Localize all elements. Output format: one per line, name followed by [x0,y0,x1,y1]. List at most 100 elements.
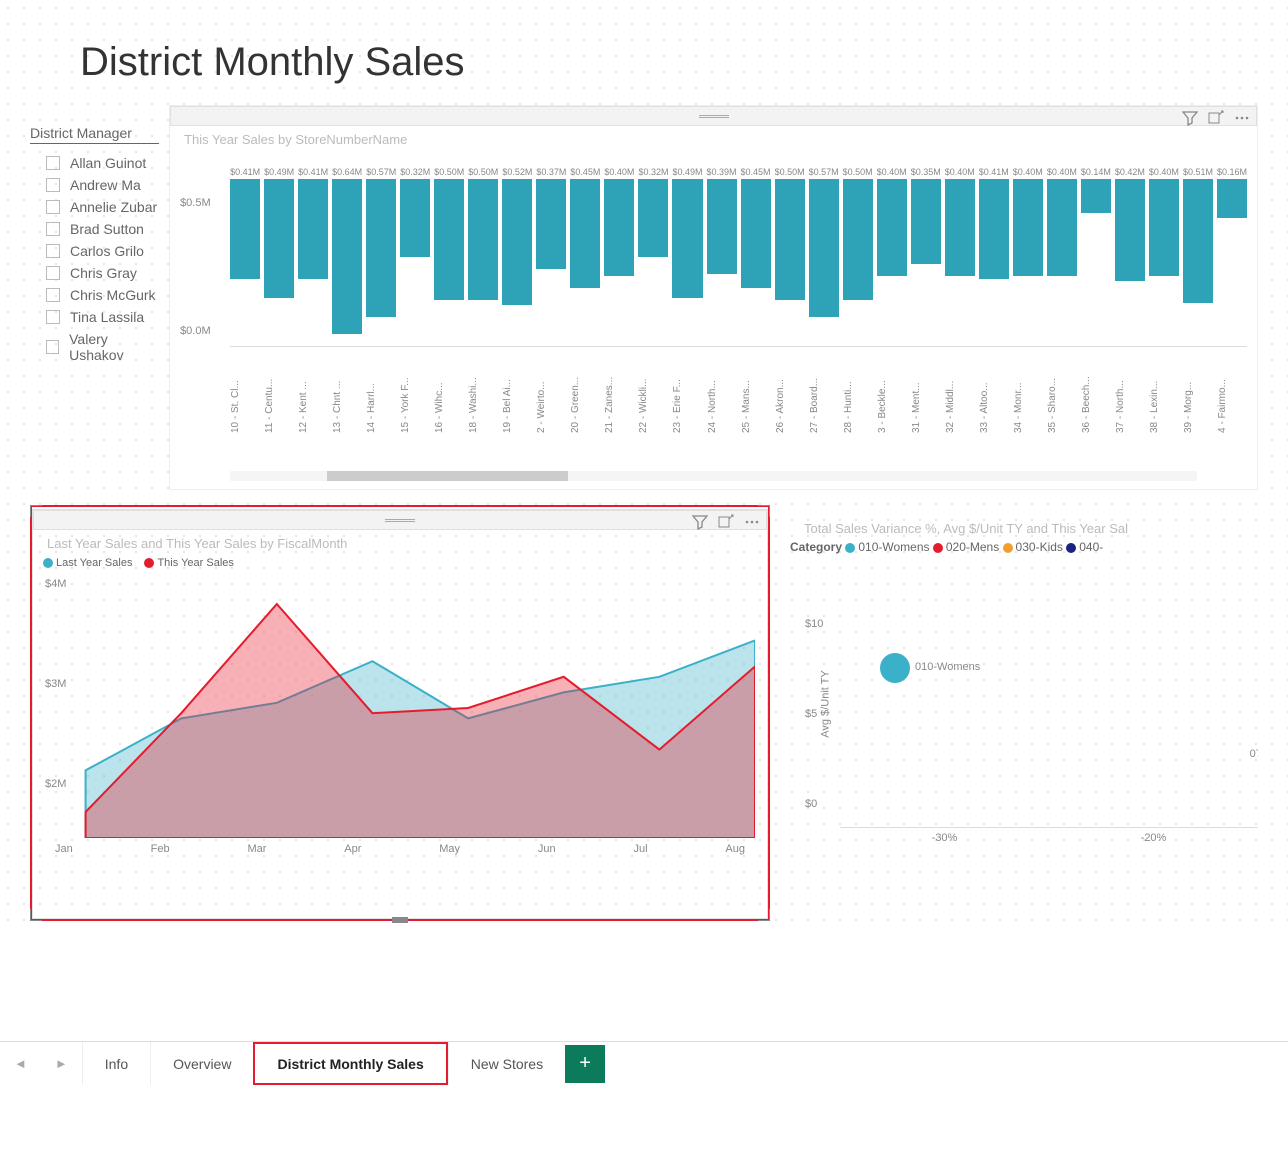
drag-grip-icon[interactable] [699,115,729,118]
bar[interactable] [1149,179,1179,276]
resize-handle[interactable] [758,909,770,921]
bar-value-label: $0.45M [741,167,771,177]
bar[interactable] [1115,179,1145,281]
focus-mode-icon[interactable] [718,514,734,530]
x-tick-label: 4 - Fairmo... [1217,403,1287,433]
scatter-point-womens[interactable] [880,653,910,683]
checkbox-icon[interactable] [46,310,60,324]
bar[interactable] [468,179,498,300]
tab-nav-next[interactable]: ► [41,1056,82,1071]
bar-value-label: $0.41M [230,167,260,177]
slicer-item[interactable]: Chris McGurk [30,284,159,306]
slicer-item[interactable]: Valery Ushakov [30,328,159,366]
bar[interactable] [843,179,873,300]
bar[interactable] [775,179,805,300]
bar-chart-title: This Year Sales by StoreNumberName [170,126,1257,147]
bar[interactable] [570,179,600,288]
tab-district-monthly-sales[interactable]: District Monthly Sales [253,1042,447,1085]
scatter-chart-visual[interactable]: Total Sales Variance %, Avg $/Unit TY an… [790,505,1258,921]
checkbox-icon[interactable] [46,288,60,302]
horizontal-scrollbar[interactable] [230,471,1197,481]
bar[interactable] [230,179,260,279]
visual-header[interactable] [33,510,767,530]
bar[interactable] [741,179,771,288]
slicer-item-label: Valery Ushakov [69,331,159,363]
bar-value-label: $0.51M [1183,167,1213,177]
scatter-y-axis-label: Avg $/Unit TY [820,670,832,737]
area-chart-visual-selected[interactable]: Last Year Sales and This Year Sales by F… [30,505,770,921]
bar[interactable] [707,179,737,274]
y-tick: $4M [45,578,66,590]
bar[interactable] [604,179,634,276]
slicer-item[interactable]: Carlos Grilo [30,240,159,262]
bar[interactable] [877,179,907,276]
bar-value-label: $0.50M [775,167,805,177]
bar[interactable] [264,179,294,298]
checkbox-icon[interactable] [46,244,60,258]
tab-overview[interactable]: Overview [150,1042,253,1085]
checkbox-icon[interactable] [46,200,60,214]
y-tick: $2M [45,778,66,790]
slicer-item[interactable]: Brad Sutton [30,218,159,240]
bar-value-label: $0.40M [877,167,907,177]
bar[interactable] [1013,179,1043,276]
slicer-item-label: Carlos Grilo [70,243,144,259]
tab-nav-prev[interactable]: ◄ [0,1056,41,1071]
slicer-item[interactable]: Annelie Zubar [30,196,159,218]
bar[interactable] [672,179,702,298]
slicer-item[interactable]: Chris Gray [30,262,159,284]
more-options-icon[interactable] [744,514,760,530]
add-page-button[interactable]: + [565,1045,605,1083]
bar[interactable] [945,179,975,276]
tab-info[interactable]: Info [82,1042,150,1085]
tab-new-stores[interactable]: New Stores [448,1042,565,1085]
bar[interactable] [911,179,941,264]
scrollbar-thumb[interactable] [327,471,569,481]
checkbox-icon[interactable] [46,156,60,170]
resize-handle[interactable] [392,917,408,923]
visual-header[interactable] [170,106,1257,126]
bar-value-label: $0.42M [1115,167,1145,177]
bar-value-label: $0.16M [1217,167,1247,177]
bar[interactable] [298,179,328,279]
bar[interactable] [1217,179,1247,218]
y-tick: $0.0M [180,325,211,337]
slicer-item-label: Chris Gray [70,265,137,281]
bar[interactable] [536,179,566,269]
district-manager-slicer[interactable]: District Manager Allan GuinotAndrew MaAn… [30,105,159,490]
checkbox-icon[interactable] [46,340,59,354]
bar[interactable] [1047,179,1077,276]
bar[interactable] [1081,179,1111,213]
slicer-item[interactable]: Tina Lassila [30,306,159,328]
checkbox-icon[interactable] [46,222,60,236]
checkbox-icon[interactable] [46,178,60,192]
bar[interactable] [979,179,1009,279]
drag-grip-icon[interactable] [385,519,415,522]
bar[interactable] [1183,179,1213,303]
bar[interactable] [434,179,464,300]
filter-icon[interactable] [692,514,708,530]
x-tick-label: Apr [344,843,361,855]
resize-handle[interactable] [30,909,42,921]
slicer-item[interactable]: Allan Guinot [30,152,159,174]
more-options-icon[interactable] [1234,110,1250,126]
focus-mode-icon[interactable] [1208,110,1224,126]
slicer-item[interactable]: Andrew Ma [30,174,159,196]
slicer-item-label: Allan Guinot [70,155,146,171]
bar[interactable] [400,179,430,257]
x-tick-label: Jun [538,843,556,855]
bar-value-label: $0.40M [604,167,634,177]
bar-value-label: $0.50M [843,167,873,177]
bar-value-label: $0.41M [298,167,328,177]
bar[interactable] [366,179,396,317]
bar[interactable] [638,179,668,257]
bar-value-label: $0.40M [1013,167,1043,177]
bar[interactable] [809,179,839,317]
bar[interactable] [502,179,532,305]
bar-value-label: $0.49M [672,167,702,177]
page-tabs: ◄ ► InfoOverviewDistrict Monthly SalesNe… [0,1041,1288,1085]
filter-icon[interactable] [1182,110,1198,126]
bar-chart-visual[interactable]: This Year Sales by StoreNumberName $0.5M… [169,105,1258,490]
bar[interactable] [332,179,362,334]
checkbox-icon[interactable] [46,266,60,280]
